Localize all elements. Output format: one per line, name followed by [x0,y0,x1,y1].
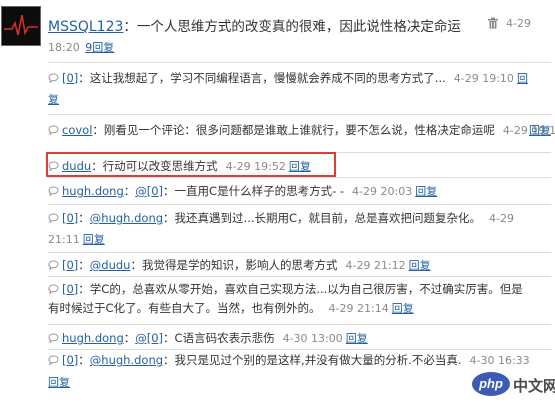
comment-time: 4-29 21:14 [328,302,389,315]
post-time: 18:20 [48,41,80,54]
comment-reply-link[interactable]: 回复 [48,376,70,389]
avatar[interactable] [1,6,41,46]
highlight-box [46,152,336,177]
comment-reply-link[interactable]: 回复 [346,332,368,345]
comment-item: [0]：@dudu：我觉得是学的知识，影响人的思考方式 4-29 21:12 回复 [48,252,551,277]
post-username[interactable]: MSSQL123 [48,19,123,35]
comment-reply-link[interactable]: 回复 [415,185,437,198]
comment-reply-link[interactable]: 回复 [409,259,431,272]
comment-time: 4-30 13:00 [282,332,343,345]
comment-line: [0]：@hugh.dong：我还真遇到过...长期用C，就目前，总是喜欢把问题… [48,209,514,228]
comment-bubble-icon [48,281,59,295]
comment-line-2: 复 [48,90,59,109]
comment-time-continued: 21:11 [48,233,80,246]
comment-text: ：刚看见一个评论：很多问题都是谁敢上谁就行，要不怎么说，性格决定命运呢 [92,123,495,137]
post-colon: ： [123,19,137,35]
comment-bubble-icon [48,210,59,224]
post-reply-link[interactable]: 9回复 [85,41,114,54]
comment-username[interactable]: [0] [62,353,78,367]
comment-separator: ： [123,184,136,198]
comment-separator: ： [78,211,90,225]
comment-bubble-icon [48,70,59,84]
comment-time: 4-29 [489,212,515,225]
watermark-text: 中文网 [513,377,555,395]
comment-reply-link[interactable]: 回复 [392,302,414,315]
comment-reply-link[interactable]: 复 [48,93,59,106]
post: MSSQL123：一个人思维方式的改变真的很难，因此说性格决定命运 4-29 1… [0,0,555,62]
comment-line-2: 有时候过于C化了。有些自大了。当然，也有例外的。 4-29 21:14 回复 [48,299,414,318]
comment-item: [0]：@hugh.dong：我还真遇到过...长期用C，就目前，总是喜欢把问题… [48,204,551,253]
comment-username[interactable]: [0] [62,211,78,225]
comment-mention[interactable]: @dudu [90,258,131,272]
comment-line: [0]：这让我想起了，学习不同编程语言，慢慢就会养成不同的思考方式了... 4-2… [48,69,528,88]
comment-text: ：C语言码农表示悲伤 [163,331,275,345]
comment-mention[interactable]: @[0] [135,184,163,198]
comment-mention[interactable]: @hugh.dong [90,353,163,367]
comment-item: hugh.dong：@[0]：C语言码农表示悲伤 4-30 13:00 回复 [48,324,551,350]
comment-separator: ： [123,331,136,345]
comment-separator: ： [78,353,90,367]
comment-line: [0]：学C的，总喜欢从零开始，喜欢自己实现方法...以为自己很厉害，不过确实厉… [48,280,523,299]
comment-username[interactable]: [0] [62,282,78,296]
comment-bubble-icon [48,352,59,366]
comment-text: ：这让我想起了，学习不同编程语言，慢慢就会养成不同的思考方式了... [78,71,446,85]
trash-icon[interactable] [487,17,499,29]
comment-time: 4-29 19:10 [453,72,514,85]
comment-line: covol：刚看见一个评论：很多问题都是谁敢上谁就行，要不怎么说，性格决定命运呢… [48,121,555,140]
comment-text-continued: 有时候过于C化了。有些自大了。当然，也有例外的。 [48,301,321,315]
comment-bubble-icon [48,122,59,136]
comment-bubble-icon [48,257,59,271]
comment-line: [0]：@dudu：我觉得是学的知识，影响人的思考方式 4-29 21:12 回复 [48,256,431,275]
comment-line: [0]：@hugh.dong：我只是见过个别的是这样,并没有做大量的分析.不必当… [48,351,530,370]
comment-line-2: 回复 [48,373,70,392]
comment-bubble-icon [48,183,59,197]
comment-mention[interactable]: @[0] [135,331,163,345]
comment-reply-link[interactable]: 回复 [83,233,105,246]
heartbeat-icon [2,7,40,45]
comment-item: [0]：这让我想起了，学习不同编程语言，慢慢就会养成不同的思考方式了... 4-2… [48,62,551,115]
post-date: 4-29 [506,17,531,30]
comment-username[interactable]: hugh.dong [62,184,124,198]
comment-reply-link[interactable]: 回复 [529,124,551,137]
comment-text: ：我觉得是学的知识，影响人的思考方式 [130,258,338,272]
comment-text: ：我只是见过个别的是这样,并没有做大量的分析.不必当真. [163,353,462,367]
post-text: 一个人思维方式的改变真的很难，因此说性格决定命运 [136,19,461,35]
comment-username[interactable]: [0] [62,71,78,85]
comment-time: 4-29 20:03 [352,185,413,198]
comment-line-2: 回复 [526,121,551,140]
comment-text: ：学C的，总喜欢从零开始，喜欢自己实现方法...以为自己很厉害，不过确实厉害。但… [78,282,523,296]
php-logo: php [472,372,510,396]
comment-line: hugh.dong：@[0]：C语言码农表示悲伤 4-30 13:00 回复 [48,329,368,348]
comment-line-2: 21:11 回复 [48,230,105,249]
comment-time: 4-29 21:12 [345,259,406,272]
comment-bubble-icon [48,330,59,344]
comment-reply-link[interactable]: 回 [517,72,528,85]
comment-item: hugh.dong：@[0]：一直用C是什么样子的思考方式- - 4-29 20:… [48,177,551,205]
comment-line: hugh.dong：@[0]：一直用C是什么样子的思考方式- - 4-29 20:… [48,182,437,201]
comment-username[interactable]: covol [62,123,92,137]
comment-username[interactable]: hugh.dong [62,331,124,345]
comment-time: 4-30 16:33 [469,354,530,367]
comment-text: ：我还真遇到过...长期用C，就目前，总是喜欢把问题复杂化。 [163,211,482,225]
post-meta: 18:20 9回复 [48,39,114,55]
comment-text: ：一直用C是什么样子的思考方式- - [163,184,345,198]
comment-item: [0]：学C的，总喜欢从零开始，喜欢自己实现方法...以为自己很厉害，不过确实厉… [48,276,551,325]
post-content: MSSQL123：一个人思维方式的改变真的很难，因此说性格决定命运 [48,15,461,35]
comment-mention[interactable]: @hugh.dong [90,211,163,225]
comment-username[interactable]: [0] [62,258,78,272]
comment-separator: ： [78,258,90,272]
comment-item: covol：刚看见一个评论：很多问题都是谁敢上谁就行，要不怎么说，性格决定命运呢… [48,114,555,153]
